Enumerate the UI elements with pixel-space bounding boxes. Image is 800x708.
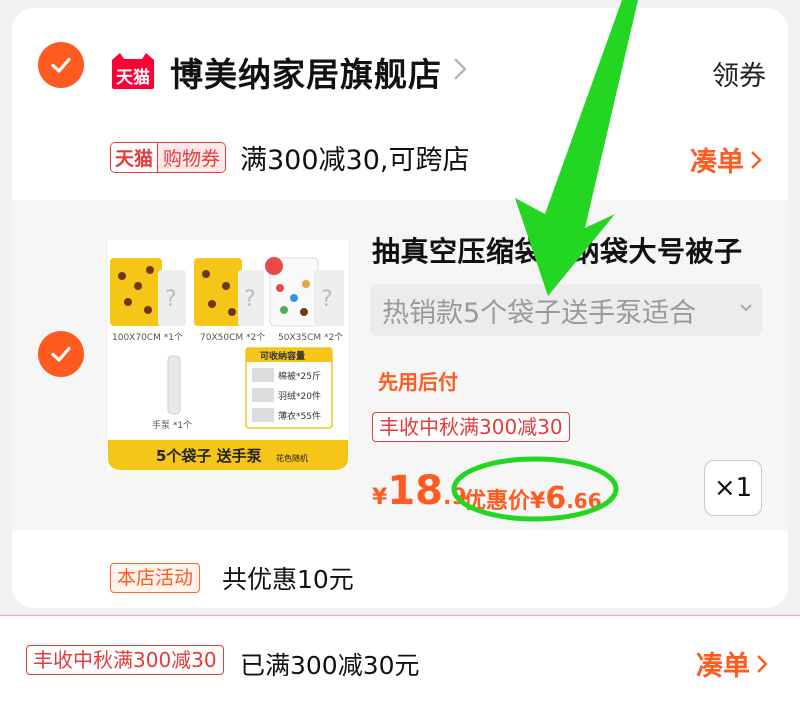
svg-text:?: ?	[244, 287, 256, 312]
bottom-promo-tag: 丰收中秋满300减30	[26, 645, 224, 675]
svg-text:可收纳容量: 可收纳容量	[260, 350, 305, 362]
coudan-button[interactable]: 凑单	[690, 140, 762, 179]
bottom-coudan-label: 凑单	[696, 651, 750, 682]
size-label-1: 100X70CM *1个	[112, 332, 183, 343]
tmall-tag-right: 购物券	[158, 143, 226, 172]
product-price: ¥18.9	[372, 468, 467, 514]
bottom-coudan-button[interactable]: 凑单	[696, 644, 768, 683]
shop-name[interactable]: 博美纳家居旗舰店	[170, 48, 442, 96]
sku-value: 热销款5个袋子送手泵适合	[382, 297, 697, 329]
product-title[interactable]: 抽真空压缩袋收纳袋大号被子	[372, 230, 743, 270]
discount-price: 优惠价¥6.66	[464, 481, 602, 516]
promo-tag: 丰收中秋满300减30	[372, 412, 570, 442]
price-symbol: ¥	[372, 485, 388, 510]
pay-later-label: 先用后付	[378, 370, 458, 394]
coudan-label: 凑单	[690, 147, 744, 178]
quantity-stepper[interactable]: ×1	[704, 460, 762, 516]
size-label-3: 50X35CM *2个	[278, 332, 343, 343]
tmall-tag-left: 天猫	[111, 143, 159, 172]
check-icon	[51, 346, 71, 362]
platform-coupon-row: 天猫 购物券 满300减30,可跨店 凑单	[12, 126, 788, 200]
shop-select-checkbox[interactable]	[38, 42, 84, 88]
product-image[interactable]: ? ? ? 100X70CM *1个 70X50CM *2个 50X35CM *…	[108, 240, 348, 470]
tmall-coupon-tag: 天猫 购物券	[110, 142, 227, 173]
chevron-right-icon[interactable]	[452, 56, 468, 82]
bottom-promo-bar: 丰收中秋满300减30 已满300减30元 凑单	[0, 615, 800, 708]
chevron-down-icon	[740, 304, 752, 312]
product-image-graphic: ? ? ? 100X70CM *1个 70X50CM *2个 50X35CM *…	[108, 257, 348, 470]
discount-label: 优惠价	[464, 489, 531, 514]
svg-text:羽绒*20件: 羽绒*20件	[278, 390, 321, 402]
shop-activity-row: 本店活动 共优惠10元	[12, 530, 788, 608]
shop-header: 天猫 博美纳家居旗舰店 领券	[12, 8, 788, 126]
discount-decimal: .66	[566, 489, 602, 513]
price-integer: 18	[387, 468, 443, 514]
svg-text:?: ?	[321, 287, 333, 312]
size-label-2: 70X50CM *2个	[200, 332, 265, 343]
shop-activity-tag: 本店活动	[110, 563, 201, 593]
check-icon	[51, 57, 71, 73]
shop-activity-text: 共优惠10元	[222, 565, 354, 594]
chevron-right-icon	[751, 150, 762, 169]
svg-text:薄衣*55件: 薄衣*55件	[278, 410, 321, 422]
discount-symbol: ¥	[530, 489, 546, 514]
svg-text:棉被*25斤: 棉被*25斤	[278, 370, 321, 382]
shop-cart-card: 天猫 博美纳家居旗舰店 领券 天猫 购物券 满300减30,可跨店 凑单 ? ?…	[12, 8, 788, 608]
discount-integer: 6	[545, 481, 567, 516]
get-coupon-link[interactable]: 领券	[712, 54, 766, 93]
product-item: ? ? ? 100X70CM *1个 70X50CM *2个 50X35CM *…	[12, 200, 788, 530]
coupon-description: 满300减30,可跨店	[240, 145, 470, 176]
bottom-promo-text: 已满300减30元	[240, 651, 420, 680]
svg-text:?: ?	[165, 287, 177, 312]
chevron-right-icon	[757, 654, 768, 673]
pump-label: 手泵 *1个	[152, 419, 192, 431]
sku-selector[interactable]: 热销款5个袋子送手泵适合	[370, 284, 762, 336]
tmall-logo-text: 天猫	[116, 68, 150, 88]
tmall-logo-icon: 天猫	[110, 52, 156, 90]
product-select-checkbox[interactable]	[38, 331, 84, 377]
svg-text:花色随机: 花色随机	[276, 453, 308, 463]
svg-text:5个袋子 送手泵: 5个袋子 送手泵	[156, 447, 262, 465]
